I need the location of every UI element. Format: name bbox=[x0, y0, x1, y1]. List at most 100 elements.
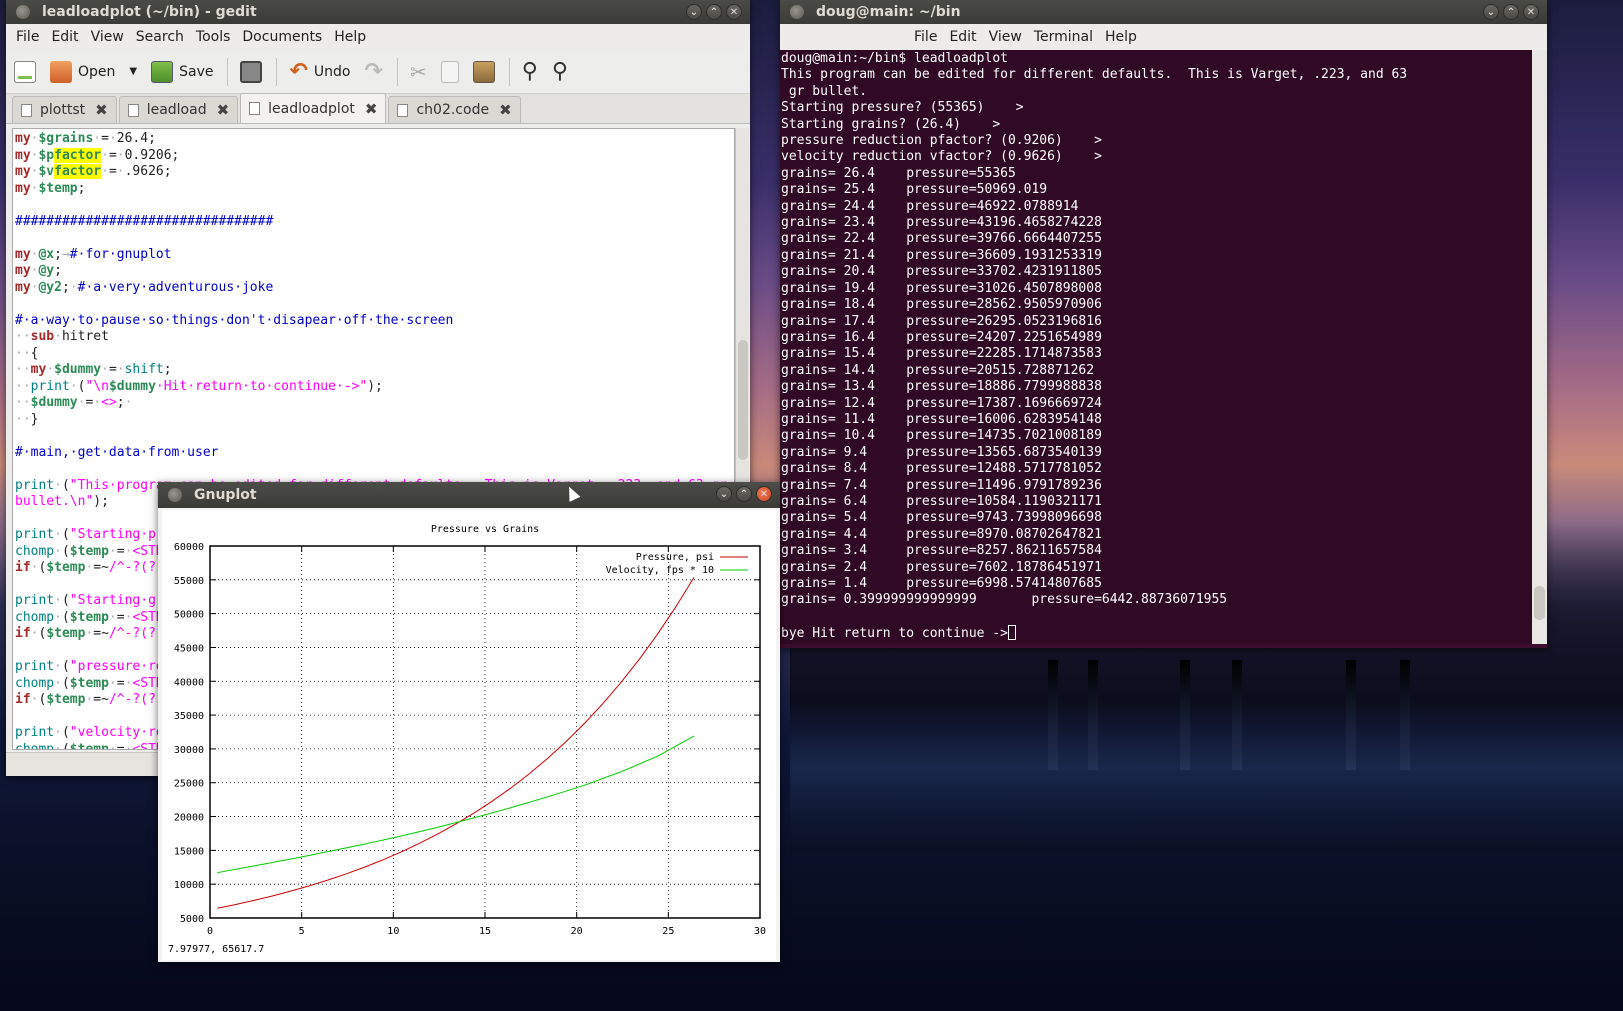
minimize-button[interactable]: ⌄ bbox=[686, 4, 702, 20]
tab-label: leadloadplot bbox=[268, 100, 355, 117]
menu-edit[interactable]: Edit bbox=[943, 29, 982, 45]
menu-file[interactable]: File bbox=[10, 29, 45, 45]
folder-open-icon bbox=[50, 60, 72, 83]
tab-close-icon[interactable]: ✖ bbox=[499, 101, 512, 119]
tab-close-icon[interactable]: ✖ bbox=[95, 101, 108, 119]
close-button[interactable]: ✕ bbox=[1523, 4, 1539, 20]
x-tick-label: 10 bbox=[387, 926, 399, 937]
menu-tools[interactable]: Tools bbox=[190, 29, 237, 45]
open-dropdown-button[interactable]: ▼ bbox=[129, 66, 137, 77]
legend-label-1: Velocity, fps * 10 bbox=[606, 565, 714, 576]
wallpaper-pillar bbox=[1180, 660, 1190, 770]
window-menu-icon[interactable] bbox=[16, 5, 30, 19]
gedit-title: leadloadplot (~/bin) - gedit bbox=[42, 4, 257, 20]
chart-title: Pressure vs Grains bbox=[431, 524, 539, 535]
gedit-titlebar[interactable]: leadloadplot (~/bin) - gedit ⌄ ⌃ ✕ bbox=[6, 0, 750, 24]
replace-button[interactable]: ⚲ bbox=[552, 59, 568, 84]
y-tick-label: 15000 bbox=[174, 846, 204, 857]
y-tick-label: 45000 bbox=[174, 643, 204, 654]
copy-icon bbox=[440, 60, 459, 83]
maximize-button[interactable]: ⌃ bbox=[1503, 4, 1519, 20]
menu-view[interactable]: View bbox=[85, 29, 130, 45]
close-button[interactable]: ✕ bbox=[756, 486, 772, 502]
y-tick-label: 55000 bbox=[174, 576, 204, 587]
menu-help[interactable]: Help bbox=[328, 29, 372, 45]
new-button[interactable] bbox=[14, 60, 36, 83]
gedit-menubar: File Edit View Search Tools Documents He… bbox=[6, 24, 750, 50]
y-tick-label: 30000 bbox=[174, 745, 204, 756]
terminal-line: Starting grains? (26.4) > bbox=[781, 116, 1001, 132]
terminal-titlebar[interactable]: doug@main: ~/bin ⌄ ⌃ ✕ bbox=[780, 0, 1547, 24]
minimize-button[interactable]: ⌄ bbox=[716, 486, 732, 502]
tab-leadloadplot[interactable]: leadloadplot ✖ bbox=[240, 93, 387, 123]
terminal-line: grains= 13.4 pressure=18886.7799988838 bbox=[781, 379, 1102, 395]
terminal-line: grains= 3.4 pressure=8257.86211657584 bbox=[781, 543, 1102, 559]
terminal-line: pressure reduction pfactor? (0.9206) > bbox=[781, 133, 1102, 149]
gnuplot-titlebar[interactable]: Gnuplot ⌄ ⌃ ✕ bbox=[158, 482, 780, 508]
new-document-icon bbox=[14, 60, 36, 83]
y-tick-label: 40000 bbox=[174, 677, 204, 688]
open-button[interactable]: Open bbox=[50, 60, 116, 83]
terminal-line: grains= 4.4 pressure=8970.08702647821 bbox=[781, 526, 1102, 542]
terminal-line: grains= 24.4 pressure=46922.0788914 bbox=[781, 198, 1079, 214]
terminal-line: grains= 22.4 pressure=39766.6664407255 bbox=[781, 231, 1102, 247]
terminal-line: grains= 19.4 pressure=31026.4507898008 bbox=[781, 280, 1102, 296]
toolbar-separator bbox=[227, 57, 229, 86]
terminal-line: grains= 12.4 pressure=17387.1696669724 bbox=[781, 395, 1102, 411]
y-tick-label: 35000 bbox=[174, 711, 204, 722]
scrollbar-thumb[interactable] bbox=[738, 340, 748, 460]
open-label: Open bbox=[78, 63, 116, 80]
y-tick-label: 20000 bbox=[174, 813, 204, 824]
terminal-menubar: File Edit View Terminal Help bbox=[780, 24, 1547, 50]
copy-button[interactable] bbox=[440, 60, 459, 83]
legend-label-0: Pressure, psi bbox=[636, 552, 714, 563]
menu-view[interactable]: View bbox=[983, 29, 1028, 45]
file-icon bbox=[127, 103, 139, 117]
paste-icon bbox=[472, 60, 495, 83]
x-tick-label: 0 bbox=[207, 926, 213, 937]
scrollbar-thumb[interactable] bbox=[1534, 586, 1545, 620]
wallpaper-pillar bbox=[1232, 660, 1242, 770]
paste-button[interactable] bbox=[472, 60, 495, 83]
tab-close-icon[interactable]: ✖ bbox=[365, 100, 378, 118]
window-menu-icon[interactable] bbox=[168, 488, 182, 502]
maximize-button[interactable]: ⌃ bbox=[736, 486, 752, 502]
menu-help[interactable]: Help bbox=[1099, 29, 1143, 45]
plot-area[interactable]: Pressure vs Grains 0 5 10 15 20 25 30 5000 10000 1… bbox=[162, 510, 776, 960]
gnuplot-window[interactable]: Gnuplot ⌄ ⌃ ✕ Pressure vs Grains 0 5 10 15 20… bbox=[158, 482, 780, 962]
search-icon: ⚲ bbox=[521, 59, 538, 84]
cut-button[interactable]: ✂ bbox=[410, 60, 427, 84]
terminal-line: grains= 26.4 pressure=55365 bbox=[781, 165, 1016, 181]
tab-label: ch02.code bbox=[416, 102, 490, 118]
terminal-output[interactable]: doug@main:~/bin$ leadloadplot This progra… bbox=[780, 50, 1532, 644]
terminal-line: grains= 21.4 pressure=36609.1931253319 bbox=[781, 247, 1102, 263]
tab-leadload[interactable]: leadload ✖ bbox=[118, 96, 239, 123]
tab-plottst[interactable]: plottst ✖ bbox=[12, 96, 117, 123]
find-button[interactable]: ⚲ bbox=[522, 59, 538, 84]
save-button[interactable]: Save bbox=[151, 60, 213, 83]
undo-button[interactable]: ↶ Undo bbox=[289, 59, 350, 84]
terminal-line: grains= 23.4 pressure=43196.4658274228 bbox=[781, 215, 1102, 231]
terminal-line: grains= 0.399999999999999 pressure=6442.… bbox=[781, 592, 1228, 608]
menu-documents[interactable]: Documents bbox=[236, 29, 328, 45]
tab-ch02-code[interactable]: ch02.code ✖ bbox=[388, 96, 521, 123]
window-menu-icon[interactable] bbox=[790, 5, 804, 19]
redo-button[interactable]: ↷ bbox=[365, 59, 383, 84]
menu-search[interactable]: Search bbox=[130, 29, 190, 45]
tab-close-icon[interactable]: ✖ bbox=[217, 101, 230, 119]
terminal-line: grains= 16.4 pressure=24207.2251654989 bbox=[781, 329, 1102, 345]
minimize-button[interactable]: ⌄ bbox=[1483, 4, 1499, 20]
print-button[interactable] bbox=[240, 60, 263, 83]
x-tick-label: 30 bbox=[754, 926, 766, 937]
menu-edit[interactable]: Edit bbox=[45, 29, 84, 45]
terminal-window[interactable]: doug@main: ~/bin ⌄ ⌃ ✕ File Edit View Te… bbox=[780, 0, 1547, 648]
wallpaper-pillar bbox=[1048, 660, 1058, 770]
maximize-button[interactable]: ⌃ bbox=[706, 4, 722, 20]
save-icon bbox=[151, 60, 174, 83]
close-button[interactable]: ✕ bbox=[726, 4, 742, 20]
find-replace-icon: ⚲ bbox=[551, 59, 568, 84]
terminal-scrollbar[interactable] bbox=[1532, 50, 1547, 644]
toolbar-separator bbox=[508, 57, 510, 86]
menu-file[interactable]: File bbox=[908, 29, 943, 45]
menu-terminal[interactable]: Terminal bbox=[1028, 29, 1099, 45]
